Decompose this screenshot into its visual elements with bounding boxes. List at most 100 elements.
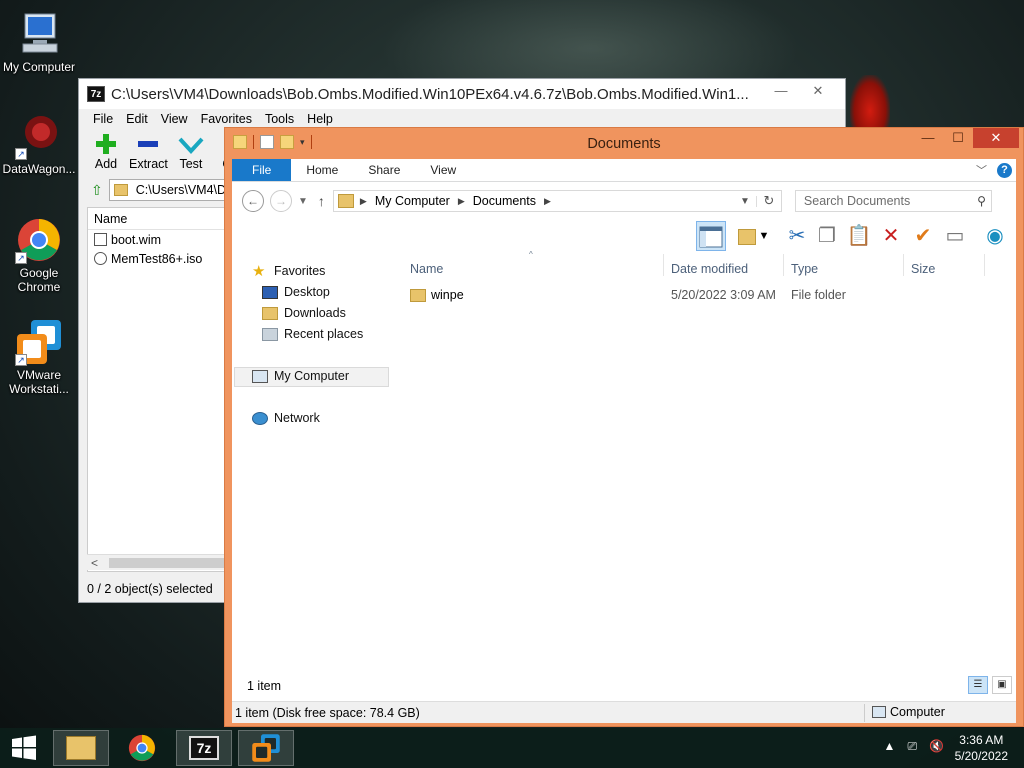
breadcrumb-documents[interactable]: Documents — [473, 194, 536, 208]
sevenzip-extract-label: Extract — [129, 157, 168, 171]
column-divider[interactable] — [783, 254, 784, 276]
sevenzip-file-row[interactable]: boot.wim — [88, 230, 236, 249]
sevenzip-menu-help[interactable]: Help — [307, 112, 333, 126]
sevenzip-menu-favorites[interactable]: Favorites — [201, 112, 252, 126]
search-icon[interactable]: ⚲ — [977, 194, 986, 208]
network-tray-icon[interactable]: ⎚ — [907, 739, 917, 754]
sevenzip-test-button[interactable]: Test — [178, 129, 204, 177]
column-header-name[interactable]: Name — [410, 262, 443, 280]
start-icon — [12, 735, 36, 760]
start-button[interactable] — [0, 730, 48, 766]
properties-check-icon[interactable]: ✔ — [908, 221, 938, 251]
column-divider[interactable] — [903, 254, 904, 276]
sevenzip-column-name[interactable]: Name — [88, 208, 236, 230]
sevenzip-close-button[interactable]: ✕ — [795, 81, 841, 101]
check-icon — [178, 133, 204, 155]
file-explorer-icon — [66, 736, 96, 760]
desktop-icon-label: My Computer — [2, 60, 76, 74]
breadcrumb-chevron-icon[interactable]: ▶ — [458, 196, 465, 207]
disk-free-space: 1 item (Disk free space: 78.4 GB) — [235, 706, 420, 720]
tab-share[interactable]: Share — [353, 159, 415, 181]
scroll-left-icon[interactable]: < — [91, 555, 98, 571]
breadcrumb-chevron-icon[interactable]: ▶ — [544, 196, 551, 207]
nav-desktop[interactable]: Desktop — [262, 285, 330, 299]
forward-button[interactable]: → — [270, 190, 292, 212]
nav-network[interactable]: Network — [252, 411, 320, 425]
ribbon-tabs: File Home Share View ﹀ ? — [232, 159, 1016, 182]
explorer-titlebar[interactable]: ▾ Documents — ☐ ✕ — [225, 128, 1023, 159]
tab-view[interactable]: View — [415, 159, 471, 181]
copy-icon[interactable]: ❐ — [812, 221, 842, 251]
taskbar-clock[interactable]: 3:36 AM 5/20/2022 — [955, 732, 1008, 764]
delete-icon[interactable]: ✕ — [876, 221, 906, 251]
breadcrumb-my-computer[interactable]: My Computer — [375, 194, 450, 208]
volume-muted-icon[interactable]: 🔇 — [929, 739, 944, 754]
refresh-icon[interactable]: ↻ — [757, 193, 781, 209]
clock-time: 3:36 AM — [959, 733, 1004, 747]
search-input[interactable]: Search Documents ⚲ — [794, 190, 992, 212]
column-header-type[interactable]: Type — [791, 262, 818, 280]
tab-file[interactable]: File — [232, 159, 292, 181]
taskbar-chrome[interactable] — [114, 730, 170, 766]
taskbar-file-explorer[interactable] — [53, 730, 109, 766]
desktop-icon-vmware[interactable]: ↗ VMware Workstati... — [0, 318, 78, 396]
up-button[interactable]: ↑ — [318, 193, 325, 209]
chrome-icon: ↗ — [15, 216, 63, 264]
scrollbar-thumb[interactable] — [109, 558, 237, 568]
sevenzip-file-row[interactable]: MemTest86+.iso — [88, 249, 236, 268]
preview-pane-button[interactable] — [696, 221, 726, 251]
sevenzip-menu-file[interactable]: File — [93, 112, 113, 126]
sevenzip-menu-edit[interactable]: Edit — [126, 112, 148, 126]
sevenzip-titlebar[interactable]: 7z C:\Users\VM4\Downloads\Bob.Ombs.Modif… — [79, 79, 845, 109]
desktop-icon-google-chrome[interactable]: ↗ Google Chrome — [0, 216, 78, 294]
details-view-icon[interactable]: ☰ — [968, 676, 988, 694]
sevenzip-menu-view[interactable]: View — [161, 112, 188, 126]
nav-recent-places[interactable]: Recent places — [262, 327, 363, 341]
sevenzip-horizontal-scrollbar[interactable]: < — [87, 554, 237, 570]
table-row[interactable]: winpe 5/20/2022 3:09 AM File folder — [410, 286, 998, 304]
tab-home[interactable]: Home — [291, 159, 353, 181]
desktop-icon-my-computer[interactable]: My Computer — [0, 10, 78, 74]
nav-downloads[interactable]: Downloads — [262, 306, 346, 320]
breadcrumb-chevron-icon[interactable]: ▶ — [360, 196, 367, 207]
explorer-statusbar: 1 item (Disk free space: 78.4 GB) Comput… — [232, 701, 1016, 723]
column-header-date-modified[interactable]: Date modified — [671, 262, 748, 280]
star-icon: ★ — [252, 262, 266, 280]
sevenzip-add-button[interactable]: Add — [93, 129, 119, 177]
recent-places-icon — [262, 327, 278, 341]
address-bar[interactable]: ▶ My Computer ▶ Documents ▶ ▼ ↻ — [332, 190, 782, 212]
large-icons-view-icon[interactable]: ▣ — [992, 676, 1012, 694]
explorer-close-button[interactable]: ✕ — [973, 128, 1019, 148]
shell-icon[interactable]: ◉ — [980, 221, 1010, 251]
explorer-minimize-button[interactable]: — — [913, 128, 943, 148]
new-folder-dropdown-icon[interactable]: ▼ — [756, 221, 772, 251]
sevenzip-menu-tools[interactable]: Tools — [265, 112, 294, 126]
help-icon[interactable]: ? — [997, 162, 1012, 178]
up-folder-icon[interactable]: ⇧ — [91, 182, 103, 199]
desktop-icon-datawagon[interactable]: ↗ DataWagon... — [0, 112, 78, 176]
nav-my-computer[interactable]: My Computer — [252, 369, 349, 383]
nav-recent-label: Recent places — [284, 327, 364, 341]
rename-icon[interactable]: ▭ — [940, 221, 970, 251]
explorer-maximize-button[interactable]: ☐ — [943, 128, 973, 148]
column-divider[interactable] — [663, 254, 664, 276]
nav-favorites[interactable]: ★ Favorites — [252, 262, 325, 280]
back-button[interactable]: ← — [242, 190, 264, 212]
show-hidden-icons-icon[interactable]: ▲ — [884, 739, 896, 754]
paste-icon[interactable]: 📋 — [844, 221, 874, 251]
iso-file-icon — [94, 252, 107, 265]
address-dropdown-icon[interactable]: ▼ — [734, 195, 757, 207]
computer-icon — [252, 369, 268, 383]
cut-icon[interactable]: ✂ — [782, 221, 812, 251]
expand-ribbon-icon[interactable]: ﹀ — [976, 162, 987, 178]
sevenzip-file-name: MemTest86+.iso — [111, 251, 203, 266]
sevenzip-extract-button[interactable]: Extract — [129, 129, 168, 177]
taskbar-7zip[interactable]: 7z — [176, 730, 232, 766]
sevenzip-minimize-button[interactable]: — — [767, 81, 795, 101]
taskbar-vmware[interactable] — [238, 730, 294, 766]
command-toolbar: ▼ ✂ ❐ 📋 ✕ ✔ ▭ ◉ — [232, 220, 1016, 252]
column-divider[interactable] — [984, 254, 985, 276]
sevenzip-address-text: C:\Users\VM4\D — [135, 183, 227, 197]
column-header-size[interactable]: Size — [911, 262, 935, 280]
recent-locations-dropdown[interactable]: ▼ — [298, 196, 308, 207]
